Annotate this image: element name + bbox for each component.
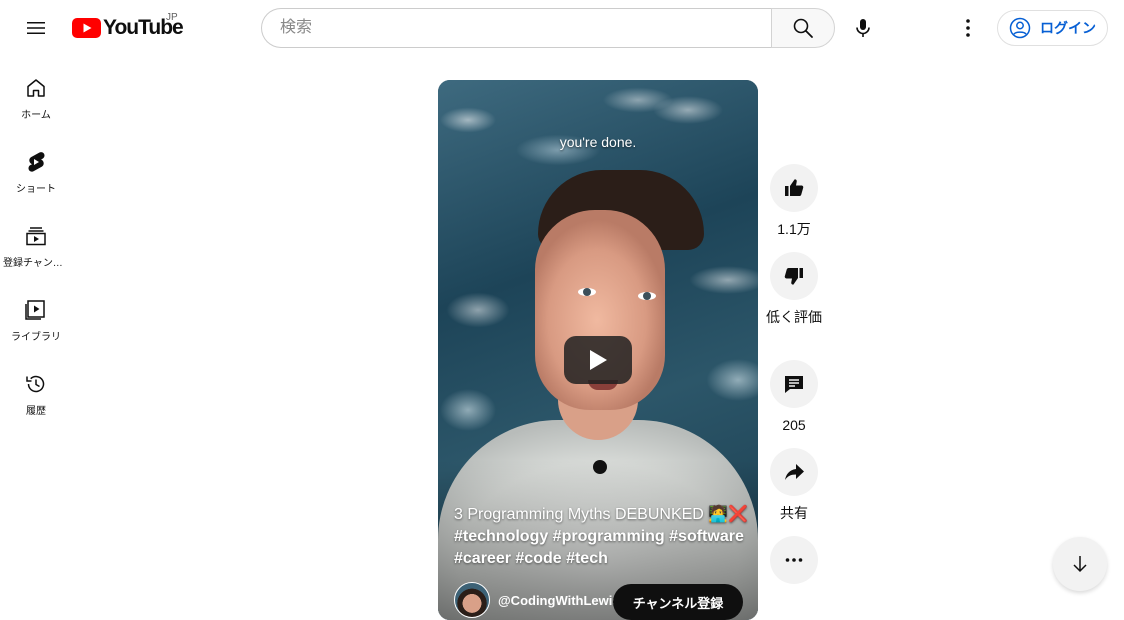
search-input[interactable] <box>278 18 772 38</box>
history-icon <box>26 375 45 393</box>
dislike-label: 低く評価 <box>766 309 822 325</box>
top-bar: YouTube JP ログイン <box>0 0 1124 56</box>
like-action: 1.1万 <box>770 164 818 238</box>
play-icon <box>590 350 607 370</box>
thumbs-up-icon <box>785 179 804 196</box>
video-frame-subject-eye <box>578 288 596 296</box>
sidebar-item-label: ライブラリ <box>11 332 61 343</box>
comment-count: 205 <box>782 417 806 433</box>
like-count: 1.1万 <box>777 221 811 237</box>
next-video-button[interactable] <box>1053 537 1107 591</box>
channel-info: @CodingWithLewis <box>454 582 620 618</box>
account-circle-icon <box>1009 17 1031 39</box>
home-icon <box>27 79 45 97</box>
shorts-icon <box>28 152 45 172</box>
comments-action: 205 <box>770 360 818 434</box>
sidebar-item-subscriptions[interactable]: 登録チャンネル <box>0 204 72 278</box>
sidebar-item-label: ホーム <box>21 110 51 121</box>
more-horizontal-icon <box>785 558 803 562</box>
microphone-icon <box>856 19 870 37</box>
sidebar-item-shorts[interactable]: ショート <box>0 130 72 204</box>
library-icon <box>25 300 45 320</box>
sidebar-item-history[interactable]: 履歴 <box>0 352 72 426</box>
more-vertical-icon <box>966 19 970 37</box>
hamburger-menu-icon <box>27 22 45 34</box>
sidebar-item-home[interactable]: ホーム <box>0 56 72 130</box>
comments-button[interactable] <box>770 360 818 408</box>
sidebar-item-label: 履歴 <box>26 406 46 417</box>
share-arrow-icon <box>785 464 804 480</box>
more-actions <box>770 536 818 584</box>
search-icon <box>793 18 813 38</box>
region-code: JP <box>166 12 178 23</box>
subscriptions-icon <box>26 227 46 246</box>
search-button[interactable] <box>771 8 835 48</box>
shorts-video-player[interactable]: you're done. 3 Programming Myths DEBUNKE… <box>438 80 758 620</box>
settings-menu-button[interactable] <box>948 8 988 48</box>
share-button[interactable] <box>770 448 818 496</box>
sidebar-item-library[interactable]: ライブラリ <box>0 278 72 352</box>
play-button[interactable] <box>564 336 632 384</box>
dislike-action: 低く評価 <box>766 252 822 326</box>
dislike-button[interactable] <box>770 252 818 300</box>
thumbs-down-icon <box>784 268 803 285</box>
sidebar-item-label: ショート <box>16 184 56 195</box>
share-action: 共有 <box>770 448 818 522</box>
login-label: ログイン <box>1040 20 1096 36</box>
voice-search-button[interactable] <box>843 8 883 48</box>
video-title[interactable]: 3 Programming Myths DEBUNKED 🧑‍💻❌ #techn… <box>454 504 750 570</box>
channel-avatar[interactable] <box>454 582 490 618</box>
video-title-text: 3 Programming Myths DEBUNKED 🧑‍💻❌ <box>454 506 749 523</box>
video-frame-subject-eye <box>638 292 656 300</box>
share-label: 共有 <box>780 505 808 521</box>
login-button[interactable]: ログイン <box>997 10 1108 46</box>
comment-icon <box>785 376 803 393</box>
more-actions-button[interactable] <box>770 536 818 584</box>
subscribe-button[interactable]: チャンネル登録 <box>613 584 743 620</box>
youtube-play-logo-icon <box>72 18 101 38</box>
channel-name[interactable]: @CodingWithLewis <box>498 593 620 608</box>
arrow-down-icon <box>1073 556 1087 573</box>
search-box <box>261 8 772 48</box>
video-caption: you're done. <box>559 134 637 150</box>
sidebar-item-label: 登録チャンネル <box>3 258 69 269</box>
guide-menu-button[interactable] <box>16 8 56 48</box>
video-hashtags[interactable]: #technology #programming #software #care… <box>454 528 744 567</box>
like-button[interactable] <box>770 164 818 212</box>
